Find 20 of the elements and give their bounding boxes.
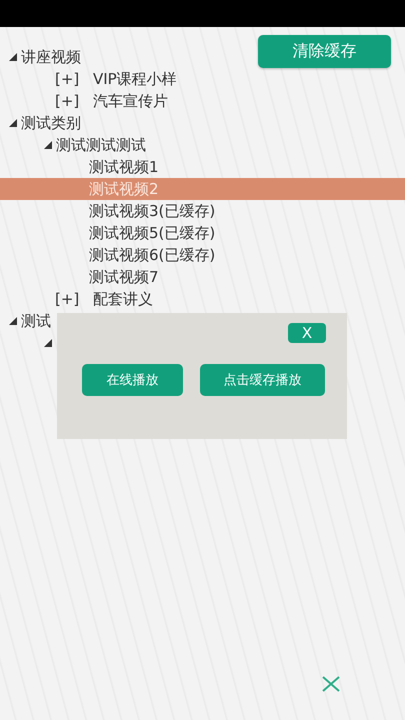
tree-folder-label[interactable]: 测试 xyxy=(21,312,51,330)
expand-toggle[interactable]: [+] xyxy=(55,70,93,88)
tree-item[interactable]: 测试视频6(已缓存) xyxy=(0,244,405,266)
expand-toggle[interactable]: [+] xyxy=(55,290,93,308)
tree-folder-label[interactable]: 配套讲义 xyxy=(93,290,153,308)
expanded-triangle-icon[interactable] xyxy=(9,53,17,61)
expanded-triangle-icon[interactable] xyxy=(44,339,52,347)
tree-item[interactable]: 测试视频7 xyxy=(0,266,405,288)
expanded-triangle-icon[interactable] xyxy=(9,317,17,325)
expanded-triangle-icon[interactable] xyxy=(44,141,52,149)
tree-item[interactable]: 测试视频3(已缓存) xyxy=(0,200,405,222)
expanded-triangle-icon[interactable] xyxy=(9,119,17,127)
tree-folder-label[interactable]: 测试类别 xyxy=(21,114,81,132)
tree-folder-label[interactable]: 讲座视频 xyxy=(21,48,81,66)
expand-toggle[interactable]: [+] xyxy=(55,92,93,110)
tree-item[interactable]: 测试视频5(已缓存) xyxy=(0,222,405,244)
tree-folder-label[interactable]: VIP课程小样 xyxy=(93,70,177,88)
tree-folder-label[interactable]: 测试测试测试 xyxy=(56,136,146,154)
tree-item[interactable]: 测试视频1 xyxy=(0,156,405,178)
tree-folder-label[interactable]: 汽车宣传片 xyxy=(93,92,168,110)
